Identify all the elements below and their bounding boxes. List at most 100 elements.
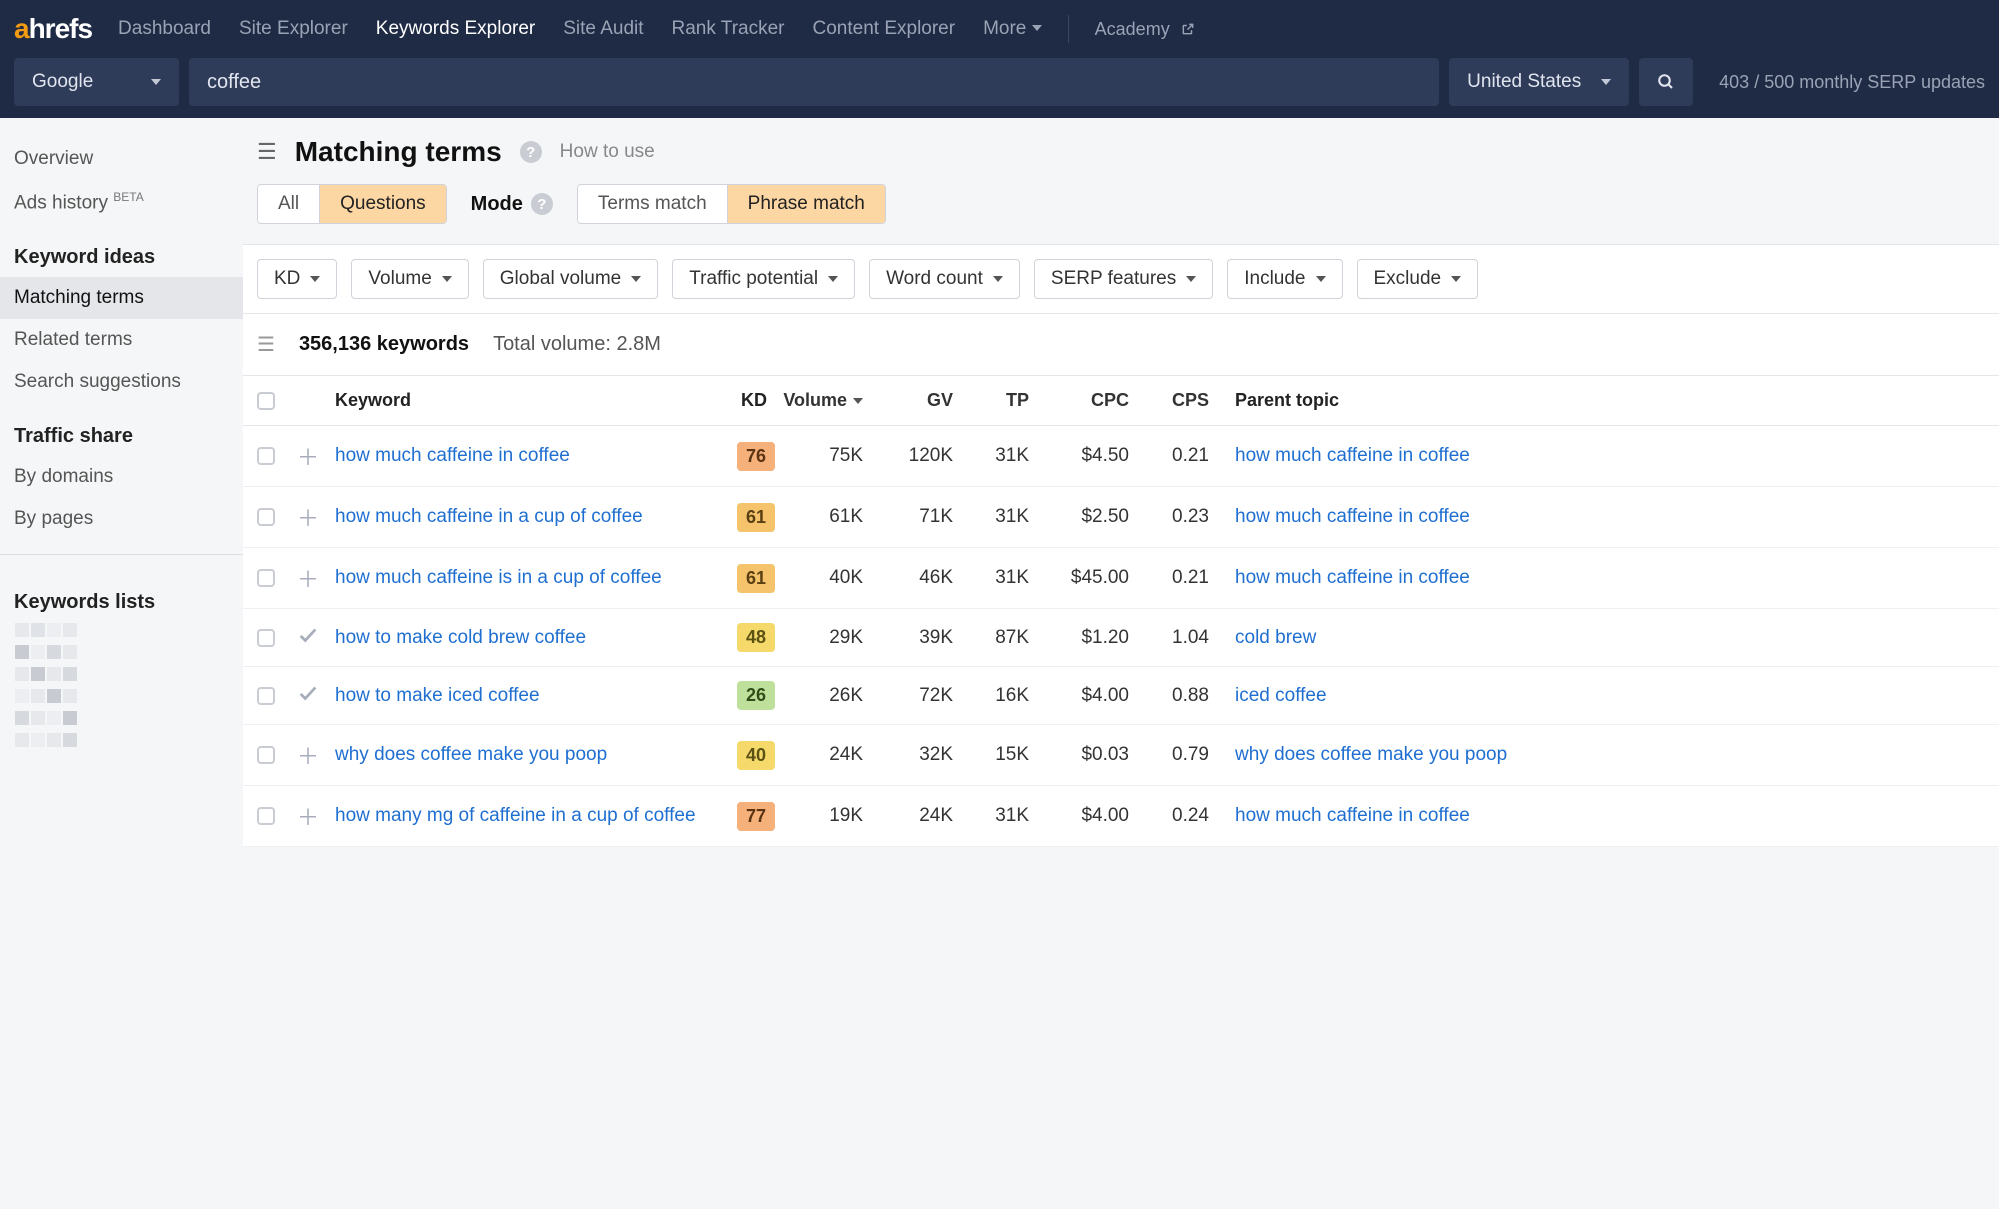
sidebar-item-related-terms[interactable]: Related terms	[0, 319, 243, 361]
keyword-link[interactable]: how many mg of caffeine in a cup of coff…	[335, 805, 696, 826]
help-icon[interactable]: ?	[531, 193, 553, 215]
filter-word-count[interactable]: Word count	[869, 259, 1020, 299]
keyword-link[interactable]: how much caffeine in coffee	[335, 445, 570, 466]
parent-topic-link[interactable]: how much caffeine in coffee	[1235, 805, 1470, 826]
nav-site-explorer[interactable]: Site Explorer	[239, 18, 348, 40]
checkmark-icon[interactable]	[297, 630, 319, 651]
nav-dashboard[interactable]: Dashboard	[118, 18, 211, 40]
cell-gv: 32K	[875, 744, 965, 766]
chevron-down-icon	[442, 276, 452, 282]
cell-volume: 26K	[775, 685, 875, 707]
columns-toggle-icon[interactable]: ☰	[257, 332, 275, 357]
row-checkbox[interactable]	[257, 569, 275, 587]
parent-topic-link[interactable]: how much caffeine in coffee	[1235, 567, 1470, 588]
select-all-checkbox[interactable]	[257, 392, 275, 410]
mode-toggle-group: Terms match Phrase match	[577, 184, 886, 224]
kd-badge: 77	[737, 802, 775, 831]
filter-volume[interactable]: Volume	[351, 259, 468, 299]
page-title: Matching terms	[295, 136, 502, 168]
sidebar-item-by-domains[interactable]: By domains	[0, 456, 243, 498]
search-engine-select[interactable]: Google	[14, 58, 179, 106]
nav-separator	[1068, 15, 1069, 43]
kd-badge: 76	[737, 442, 775, 471]
row-checkbox[interactable]	[257, 687, 275, 705]
cell-tp: 31K	[965, 805, 1041, 827]
search-button[interactable]	[1639, 58, 1693, 106]
parent-topic-link[interactable]: cold brew	[1235, 627, 1316, 648]
add-icon[interactable]: ＋	[297, 805, 319, 830]
tab-terms-match[interactable]: Terms match	[578, 185, 728, 223]
col-cps[interactable]: CPS	[1141, 390, 1221, 411]
tab-phrase-match[interactable]: Phrase match	[728, 185, 885, 223]
row-checkbox[interactable]	[257, 807, 275, 825]
col-parent-topic[interactable]: Parent topic	[1221, 390, 1985, 411]
row-checkbox[interactable]	[257, 746, 275, 764]
nav-more[interactable]: More	[983, 18, 1042, 40]
add-icon[interactable]: ＋	[297, 567, 319, 592]
keyword-link[interactable]: how much caffeine is in a cup of coffee	[335, 567, 662, 588]
table-row: ＋why does coffee make you poop4024K32K15…	[243, 725, 1999, 786]
sidebar-item-by-pages[interactable]: By pages	[0, 498, 243, 540]
sidebar-item-ads-history[interactable]: Ads history BETA	[0, 180, 243, 224]
sidebar-item-search-suggestions[interactable]: Search suggestions	[0, 361, 243, 403]
parent-topic-link[interactable]: how much caffeine in coffee	[1235, 445, 1470, 466]
col-volume[interactable]: Volume	[775, 390, 875, 411]
keyword-input[interactable]	[189, 58, 1439, 106]
blurred-list-placeholder	[0, 622, 243, 754]
keyword-link[interactable]: how to make cold brew coffee	[335, 627, 586, 648]
keyword-link[interactable]: how much caffeine in a cup of coffee	[335, 506, 643, 527]
nav-rank-tracker[interactable]: Rank Tracker	[672, 18, 785, 40]
how-to-use-link[interactable]: How to use	[560, 141, 655, 163]
nav-site-audit[interactable]: Site Audit	[563, 18, 643, 40]
filter-label: Global volume	[500, 268, 621, 290]
kd-badge: 40	[737, 741, 775, 770]
col-kd[interactable]: KD	[715, 390, 775, 411]
col-tp[interactable]: TP	[965, 390, 1041, 411]
add-icon[interactable]: ＋	[297, 506, 319, 531]
row-checkbox[interactable]	[257, 447, 275, 465]
title-bar: ☰ Matching terms ? How to use	[243, 136, 1999, 168]
chevron-down-icon	[1032, 25, 1042, 31]
sidebar-item-matching-terms[interactable]: Matching terms	[0, 277, 243, 319]
nav-keywords-explorer[interactable]: Keywords Explorer	[376, 18, 535, 40]
keyword-link[interactable]: how to make iced coffee	[335, 685, 540, 706]
tab-questions[interactable]: Questions	[320, 185, 446, 223]
help-icon[interactable]: ?	[520, 141, 542, 163]
beta-badge: BETA	[113, 190, 143, 204]
parent-topic-link[interactable]: why does coffee make you poop	[1235, 744, 1507, 765]
col-keyword[interactable]: Keyword	[335, 390, 715, 411]
sidebar-item-overview[interactable]: Overview	[0, 138, 243, 180]
country-select[interactable]: United States	[1449, 58, 1629, 106]
sort-desc-icon	[853, 398, 863, 404]
nav-academy[interactable]: Academy	[1095, 19, 1195, 40]
row-checkbox[interactable]	[257, 629, 275, 647]
sidebar-toggle-icon[interactable]: ☰	[257, 139, 277, 165]
parent-topic-link[interactable]: how much caffeine in coffee	[1235, 506, 1470, 527]
filter-exclude[interactable]: Exclude	[1357, 259, 1479, 299]
add-icon[interactable]: ＋	[297, 445, 319, 470]
checkmark-icon[interactable]	[297, 688, 319, 709]
keyword-link[interactable]: why does coffee make you poop	[335, 744, 607, 765]
nav-content-explorer[interactable]: Content Explorer	[813, 18, 956, 40]
mode-label-text: Mode	[471, 193, 523, 216]
add-icon[interactable]: ＋	[297, 744, 319, 769]
cell-tp: 87K	[965, 627, 1041, 649]
col-volume-label: Volume	[783, 390, 847, 411]
row-checkbox[interactable]	[257, 508, 275, 526]
filter-global-volume[interactable]: Global volume	[483, 259, 658, 299]
filter-serp-features[interactable]: SERP features	[1034, 259, 1213, 299]
filter-include[interactable]: Include	[1227, 259, 1342, 299]
filter-traffic-potential[interactable]: Traffic potential	[672, 259, 855, 299]
table-row: ＋how much caffeine in coffee7675K120K31K…	[243, 426, 1999, 487]
col-cpc[interactable]: CPC	[1041, 390, 1141, 411]
chevron-down-icon	[1316, 276, 1326, 282]
tab-all[interactable]: All	[258, 185, 320, 223]
cell-cps: 0.23	[1141, 506, 1221, 528]
logo-accent: a	[14, 13, 29, 44]
filter-label: Volume	[368, 268, 431, 290]
chevron-down-icon	[310, 276, 320, 282]
parent-topic-link[interactable]: iced coffee	[1235, 685, 1327, 706]
filter-kd[interactable]: KD	[257, 259, 337, 299]
col-gv[interactable]: GV	[875, 390, 965, 411]
logo[interactable]: ahrefs	[14, 13, 92, 45]
